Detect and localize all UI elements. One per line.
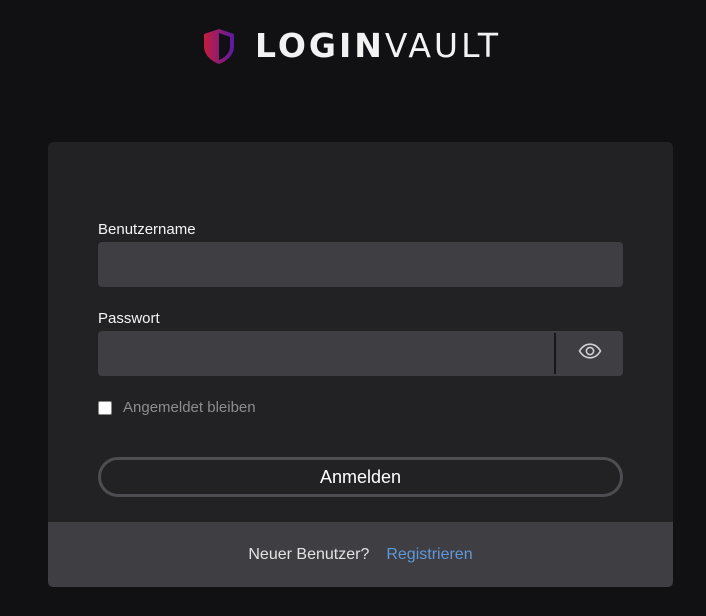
register-link[interactable]: Registrieren (386, 546, 472, 564)
remember-me[interactable]: Angemeldet bleiben (98, 399, 256, 416)
remember-checkbox[interactable] (98, 400, 112, 415)
brand-logo: LOGINVAULT (201, 26, 501, 66)
password-input[interactable] (98, 331, 554, 376)
show-password-button[interactable] (556, 331, 623, 376)
login-button[interactable]: Anmelden (98, 457, 623, 497)
password-label: Passwort (98, 310, 160, 327)
card-footer: Neuer Benutzer? Registrieren (48, 522, 673, 587)
eye-icon (578, 343, 602, 364)
brand-name: LOGINVAULT (255, 26, 501, 66)
new-user-text: Neuer Benutzer? (248, 545, 370, 563)
password-field (98, 331, 623, 376)
shield-icon (201, 27, 237, 65)
remember-label: Angemeldet bleiben (123, 399, 256, 416)
username-input[interactable] (98, 242, 623, 287)
brand-name-bold: LOGIN (255, 26, 385, 65)
login-card: Benutzername Passwort Angemeldet bleiben… (48, 142, 673, 587)
username-label: Benutzername (98, 221, 196, 238)
brand-name-light: VAULT (384, 26, 502, 65)
